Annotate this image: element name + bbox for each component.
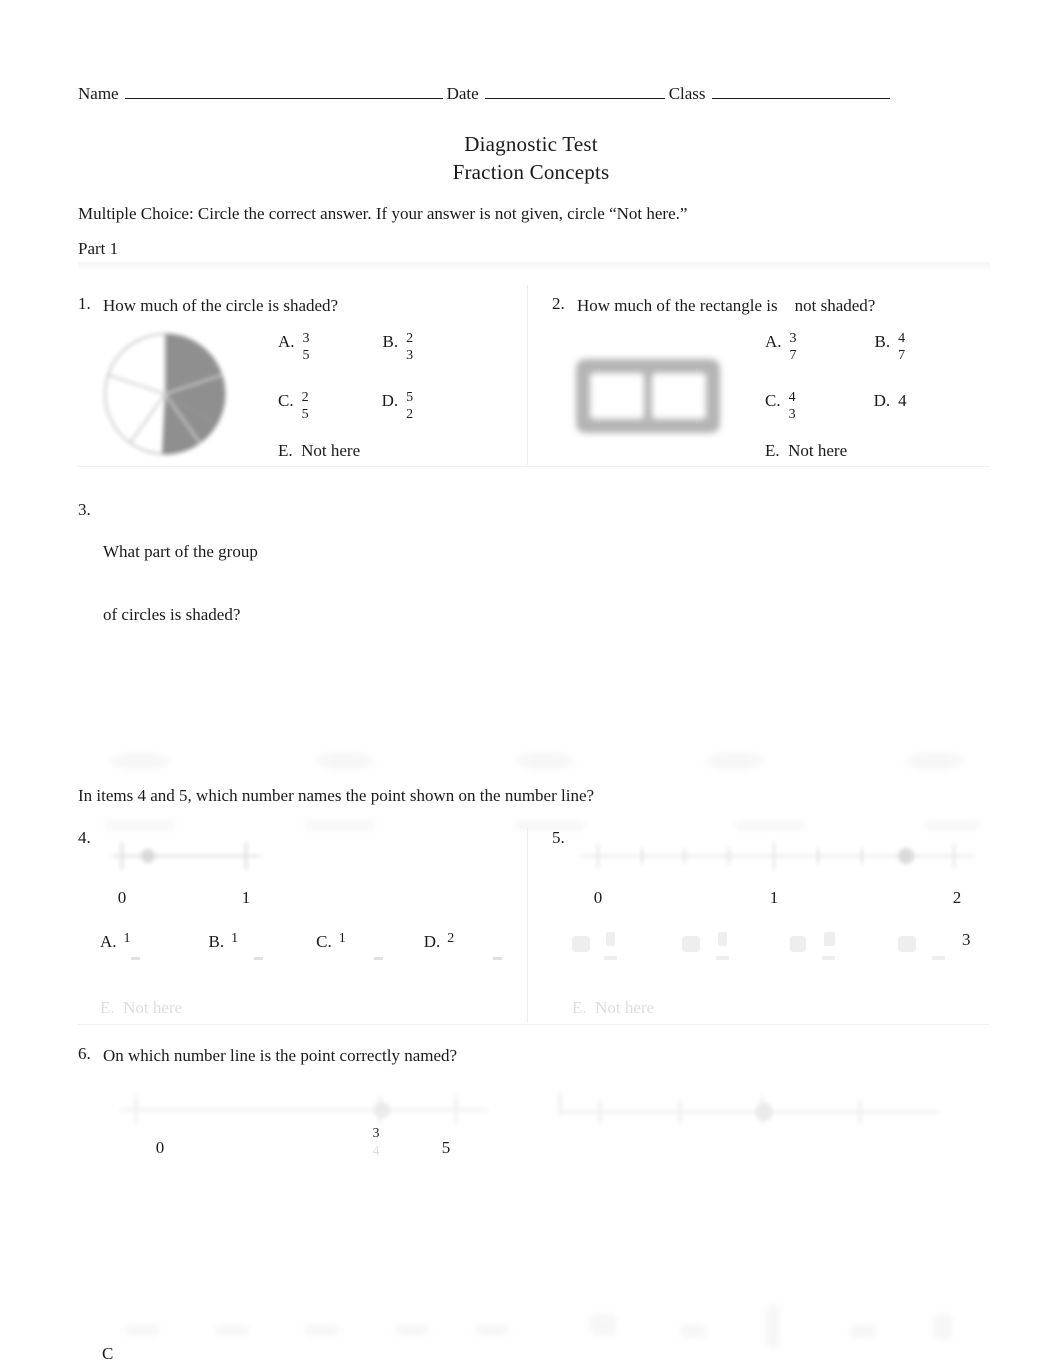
section-rule-1 — [78, 466, 990, 467]
class-label: Class — [668, 84, 706, 103]
fraction-2-3: 2 3 — [406, 331, 414, 363]
title-line-2: Fraction Concepts — [452, 160, 610, 184]
q4-fraction-a: 1 — [123, 931, 131, 946]
instructions-text: Multiple Choice: Circle the correct answ… — [78, 204, 688, 223]
question-4: 4. — [78, 828, 91, 848]
question-4-number: 4. — [78, 828, 91, 847]
q4-fraction-b: 1 — [231, 931, 239, 946]
class-blank[interactable] — [711, 85, 890, 99]
question-3: 3. What part of the group of circles is … — [78, 500, 258, 666]
section-band — [78, 262, 990, 272]
q6-label-frac-num: 3 — [372, 1126, 380, 1141]
fraction-4-7: 4 7 — [898, 331, 906, 363]
group-of-circles-figure — [95, 748, 985, 779]
column-divider-top — [527, 285, 528, 465]
question-4-numberline — [100, 834, 270, 879]
choice-2-e-not-here[interactable]: E. Not here — [765, 441, 980, 461]
choice-4-c[interactable]: C. 1 — [316, 931, 346, 952]
choice-1-e-not-here[interactable]: E. Not here — [278, 441, 493, 461]
fraction-4-3: 4 3 — [788, 390, 796, 422]
question-5-axis-labels: 0 1 2 — [572, 888, 992, 912]
page-title: Diagnostic Test Fraction Concepts — [0, 130, 1062, 186]
question-2-number: 2. — [552, 294, 565, 313]
question-1-number: 1. — [78, 294, 91, 313]
question-4-choices: A. 1 B. 1 C. 1 D. 2 — [100, 931, 455, 952]
question-5-numberline — [572, 834, 982, 879]
q5-choice-d-numerator: 3 — [962, 930, 971, 949]
date-blank[interactable] — [484, 85, 665, 99]
question-2-choices: A. 3 7 B. 4 7 C. 4 3 D. 4 E. Not here — [765, 331, 980, 461]
choice-4-b[interactable]: B. 1 — [209, 931, 239, 952]
q6-label-five: 5 — [441, 1138, 451, 1157]
q4-axis-label-1: 1 — [241, 888, 251, 907]
fraction-5-2: 5 2 — [406, 390, 414, 422]
section-rule-2 — [78, 1024, 990, 1025]
q5-axis-label-2: 2 — [952, 888, 962, 907]
question-1: 1. How much of the circle is shaded? — [78, 294, 338, 317]
name-label: Name — [78, 84, 119, 103]
title-line-1: Diagnostic Test — [464, 132, 598, 156]
question-5: 5. — [552, 828, 565, 848]
name-blank[interactable] — [124, 85, 443, 99]
choice-2-d[interactable]: D. 4 — [874, 391, 907, 411]
bottom-ghost-row-left — [95, 1296, 515, 1365]
question-6: 6. On which number line is the point cor… — [78, 1044, 457, 1067]
bottom-partial-letter: C — [102, 1344, 114, 1363]
q6-label-zero: 0 — [155, 1138, 165, 1157]
choice-1-b[interactable]: B. 2 3 — [383, 331, 414, 366]
question-5-number: 5. — [552, 828, 565, 847]
date-label: Date — [446, 84, 479, 103]
choice-4-d[interactable]: D. 2 — [424, 931, 455, 952]
question-6-text: On which number line is the point correc… — [103, 1046, 458, 1065]
value-4: 4 — [898, 391, 907, 410]
question-6-numberline-right[interactable] — [540, 1086, 950, 1137]
choice-1-c[interactable]: C. 2 5 — [278, 390, 309, 425]
fraction-2-5: 2 5 — [301, 390, 309, 422]
bottom-ghost-row-right — [560, 1280, 980, 1365]
student-info-line: Name Date Class — [78, 84, 898, 104]
question-1-choices: A. 3 5 B. 2 3 C. 2 5 D. 5 2 E. Not here — [278, 331, 493, 461]
q4-fraction-c: 1 — [338, 931, 346, 946]
choice-4-e-not-here[interactable]: E. Not here — [100, 998, 182, 1018]
choice-5-e-not-here[interactable]: E. Not here — [572, 998, 654, 1018]
question-6-numberline-left[interactable] — [100, 1086, 500, 1137]
question-6-number: 6. — [78, 1044, 91, 1063]
column-divider-bottom — [527, 828, 528, 1023]
choice-4-a[interactable]: A. 1 — [100, 931, 131, 952]
question-1-text: How much of the circle is shaded? — [103, 296, 339, 315]
choice-2-a[interactable]: A. 3 7 — [765, 331, 797, 366]
q5-axis-label-0: 0 — [593, 888, 603, 907]
question-6-left-labels: 0 3 4 5 — [100, 1126, 520, 1184]
question-5-choices[interactable] — [572, 930, 962, 985]
question-3-text-line-2: of circles is shaded? — [103, 605, 241, 624]
q6-label-frac-den: 4 — [372, 1144, 380, 1159]
question-3-number: 3. — [78, 500, 91, 519]
question-2-text: How much of the rectangle is not shaded? — [577, 296, 876, 315]
circle-fifths-figure — [100, 328, 230, 465]
fraction-3-7: 3 7 — [789, 331, 797, 363]
choice-2-b[interactable]: B. 4 7 — [875, 331, 906, 366]
rectangle-cells-figure — [572, 355, 724, 442]
part-label: Part 1 — [78, 239, 119, 258]
choice-1-d[interactable]: D. 5 2 — [382, 390, 414, 425]
q4-axis-label-0: 0 — [117, 888, 127, 907]
worksheet-page: Name Date Class Diagnostic Test Fraction… — [0, 0, 1062, 1363]
numberline-prompt: In items 4 and 5, which number names the… — [78, 786, 595, 805]
question-3-text-line-1: What part of the group — [103, 542, 258, 561]
question-2: 2. How much of the rectangle is not shad… — [552, 294, 875, 317]
q4-fraction-d: 2 — [447, 931, 455, 946]
fraction-3-5: 3 5 — [302, 331, 310, 363]
q4-denominator-ghosts — [131, 952, 511, 970]
choice-1-a[interactable]: A. 3 5 — [278, 331, 310, 366]
question-4-axis-labels: 0 1 — [100, 888, 280, 912]
choice-2-c[interactable]: C. 4 3 — [765, 390, 796, 425]
q5-axis-label-1: 1 — [769, 888, 779, 907]
